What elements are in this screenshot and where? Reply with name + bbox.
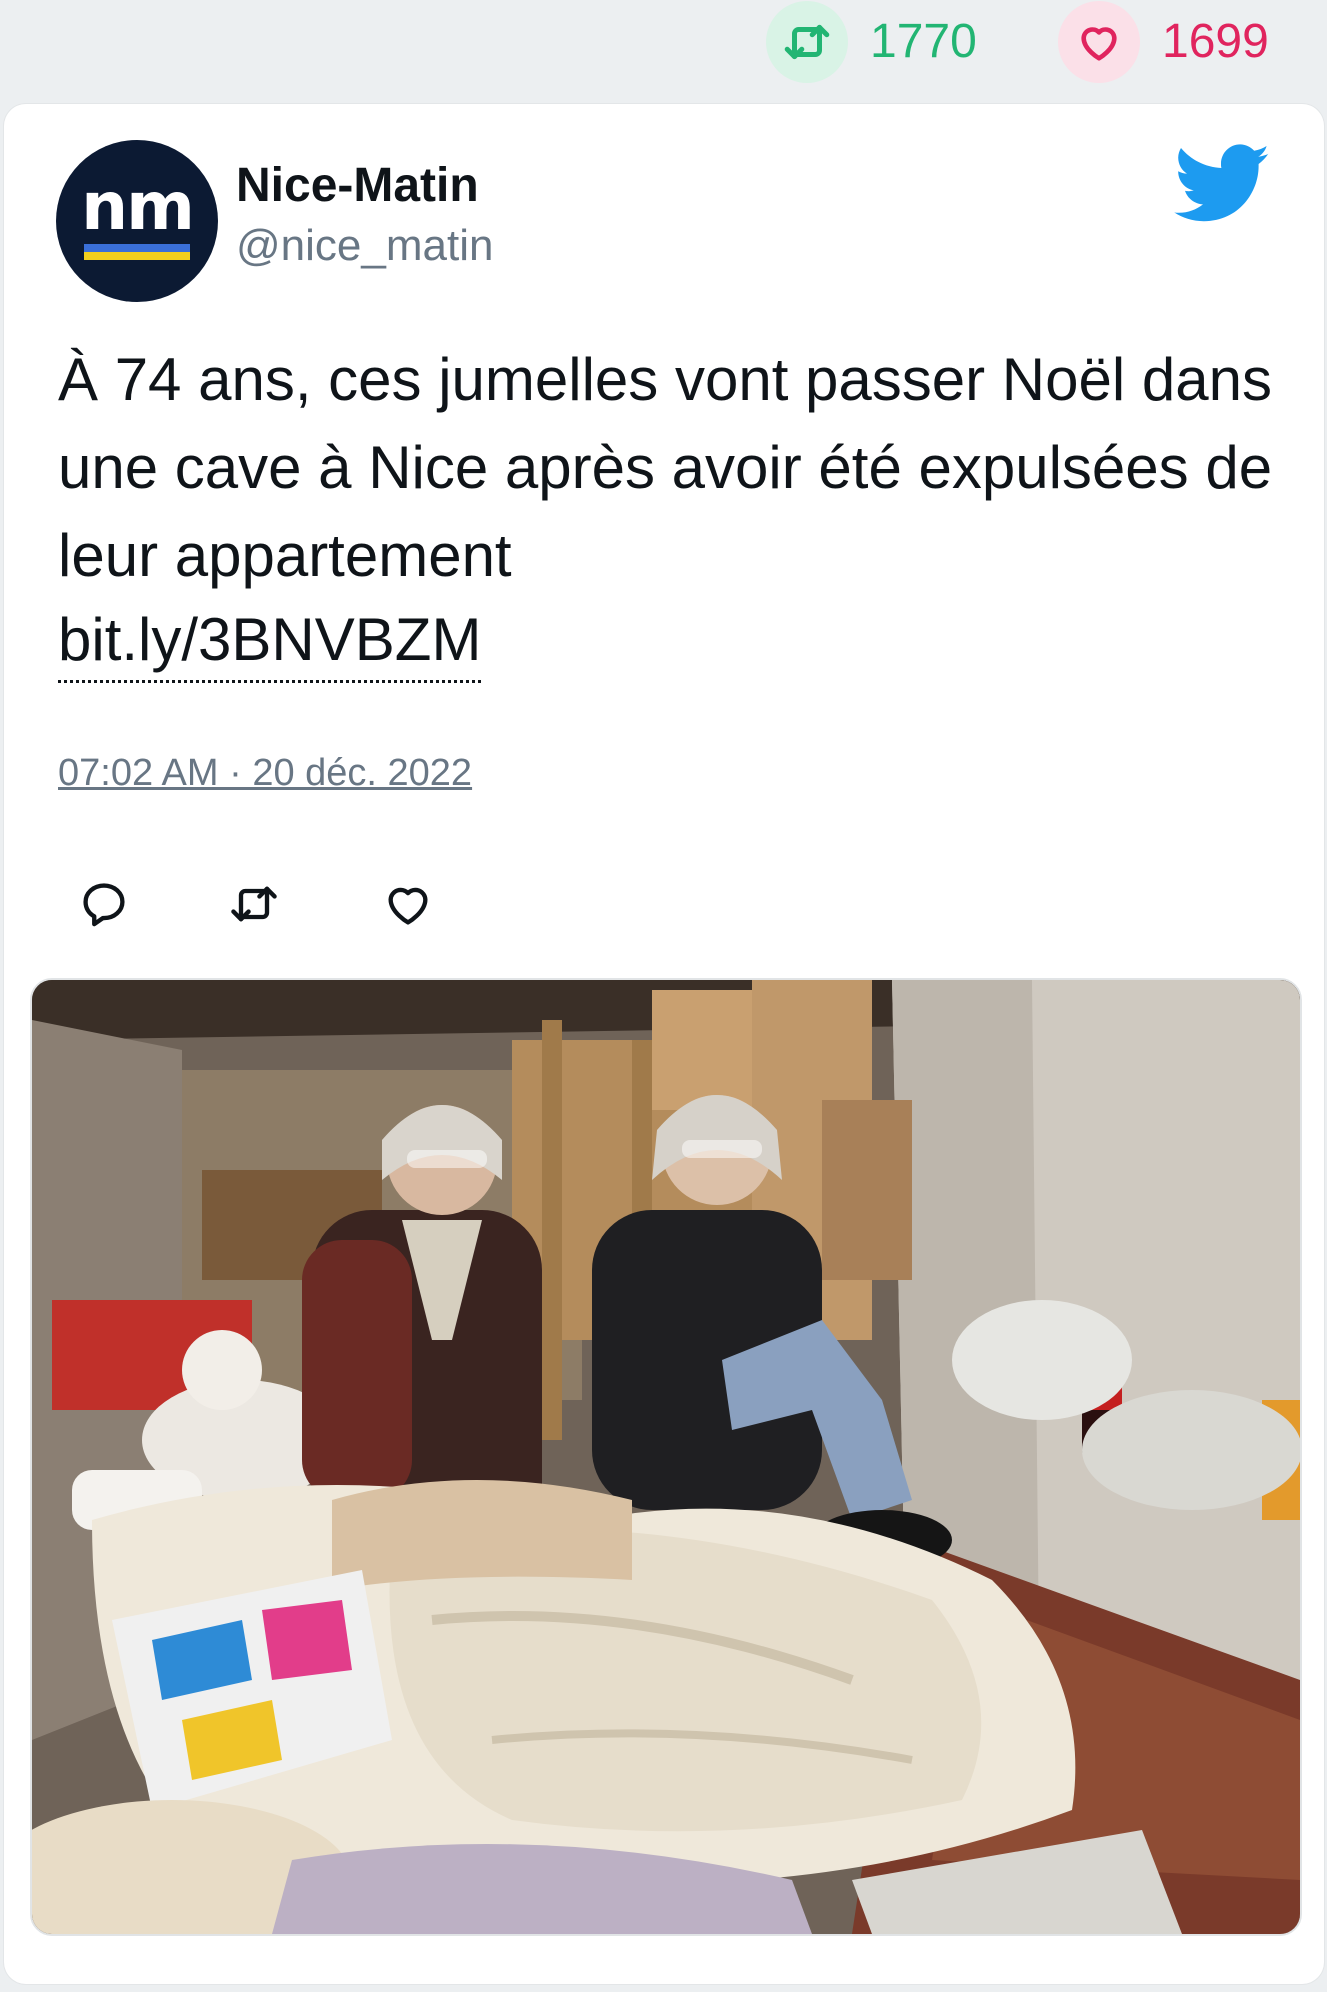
retweet-button[interactable] [224,874,284,934]
like-count: 1699 [1162,15,1269,68]
avatar-stripe-blue [84,244,190,252]
display-name[interactable]: Nice-Matin [236,162,479,210]
avatar[interactable]: nm [56,140,218,302]
engagement-stats: 1770 1699 [0,0,1327,100]
reply-icon [83,883,125,927]
reply-button[interactable] [74,874,134,934]
account-handle[interactable]: @nice_matin [236,224,493,268]
retweet-count-stat[interactable]: 1770 [766,0,977,84]
like-button[interactable] [378,874,438,934]
heart-icon [1058,1,1140,83]
tweet-timestamp[interactable]: 07:02 AM · 20 déc. 2022 [58,754,472,792]
tweet-text: À 74 ans, ces jumelles vont passer Noël … [58,346,1273,589]
avatar-logo-text: nm [81,168,195,245]
tweet-card: nm Nice-Matin @nice_matin À 74 ans, ces … [4,104,1324,1984]
retweet-icon [766,1,848,83]
like-count-stat[interactable]: 1699 [1058,0,1269,84]
tweet-link[interactable]: bit.ly/3BNVBZM [58,600,482,683]
tweet-photo[interactable] [30,978,1302,1936]
twitter-bird-icon[interactable] [1174,144,1272,224]
retweet-count: 1770 [870,15,977,68]
cellar-photo-illustration [32,980,1300,1934]
avatar-stripe-yellow [84,252,190,260]
heart-icon [388,887,428,925]
retweet-icon [231,886,277,922]
